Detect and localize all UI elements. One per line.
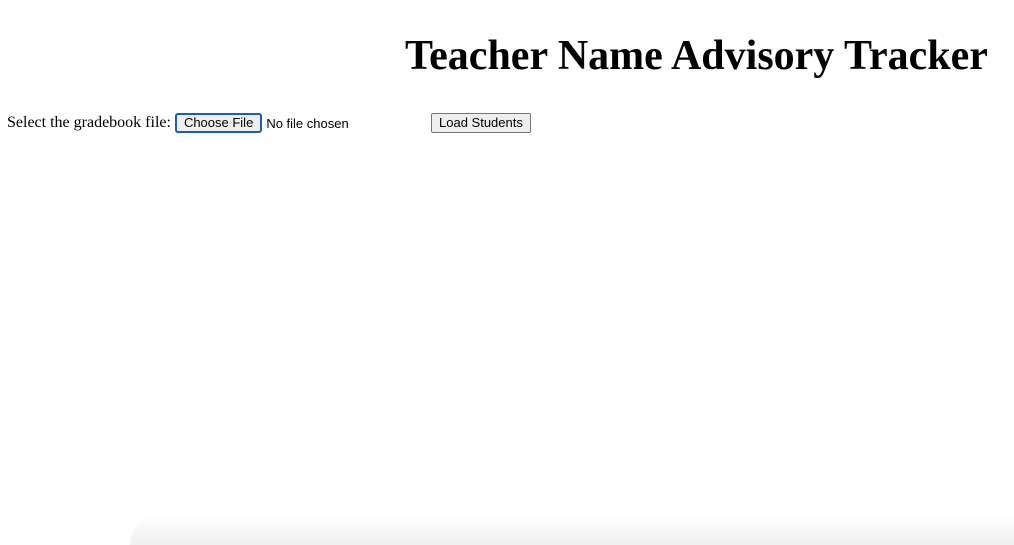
gradebook-file-row: Select the gradebook file: Choose File N… bbox=[7, 112, 349, 134]
file-status-text: No file chosen bbox=[266, 115, 349, 131]
choose-file-button[interactable]: Choose File bbox=[174, 113, 263, 133]
load-students-button[interactable]: Load Students bbox=[431, 113, 531, 133]
page-title: Teacher Name Advisory Tracker bbox=[405, 33, 988, 79]
window-bottom-shadow bbox=[130, 515, 1014, 545]
gradebook-file-label: Select the gradebook file: bbox=[7, 114, 171, 131]
